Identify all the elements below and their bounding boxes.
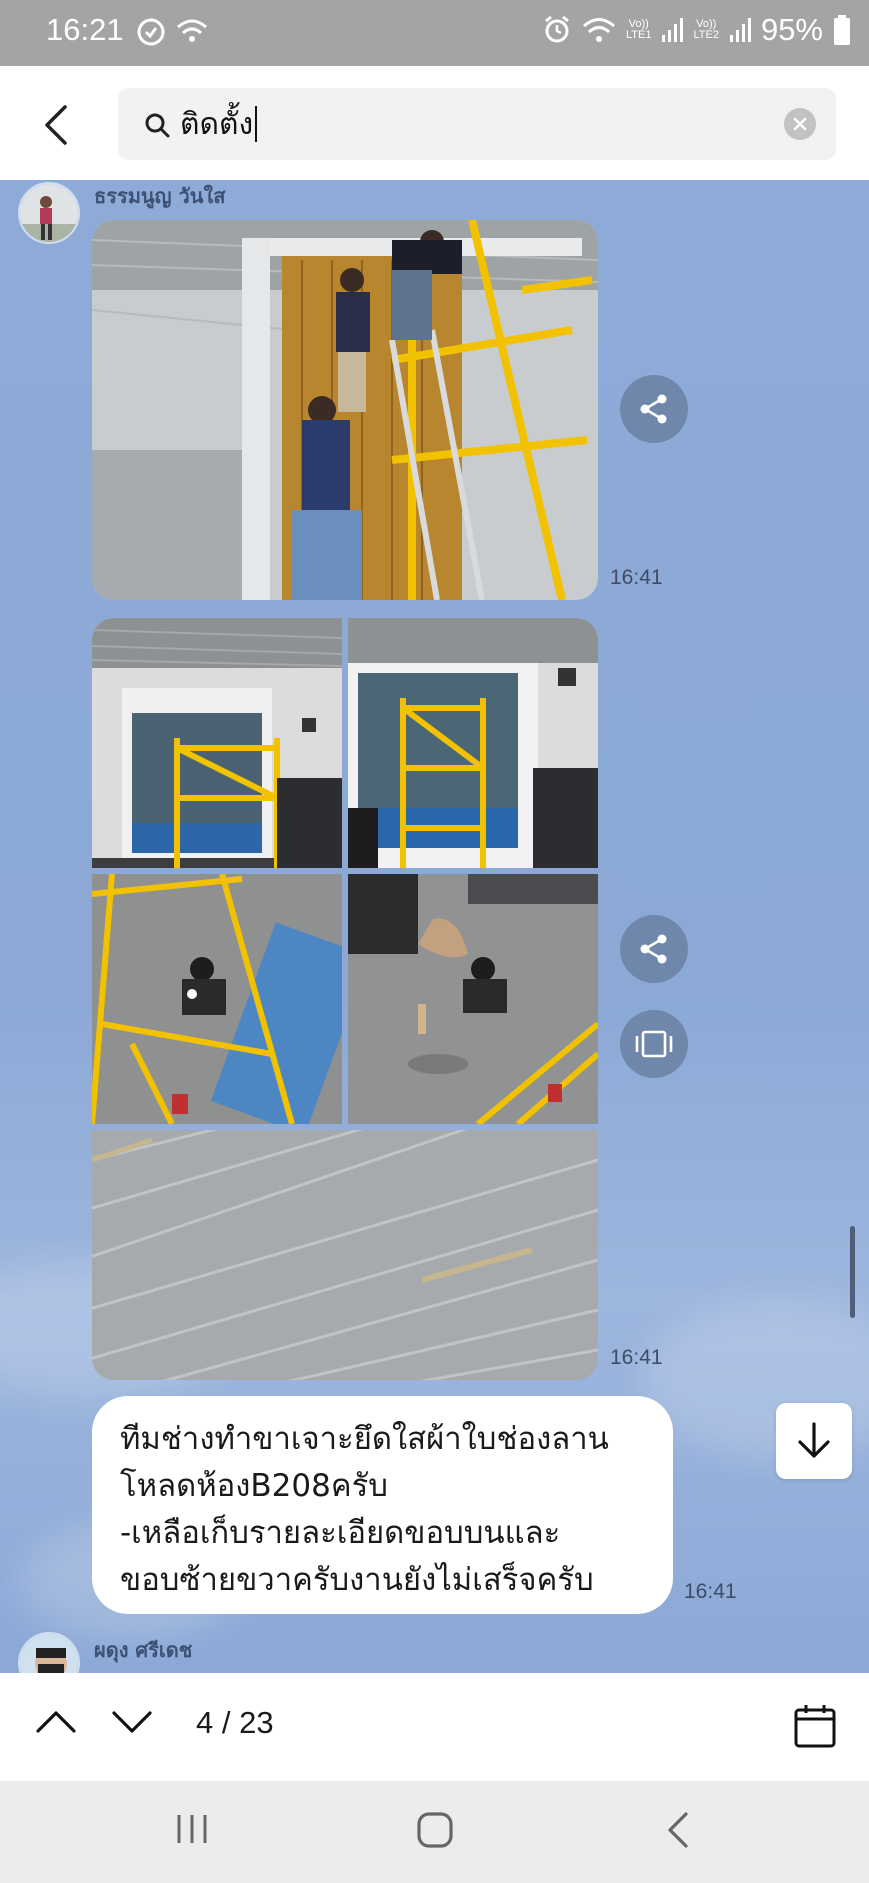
chat-area[interactable]: ธรรมนูญ วันใส 16:41 16:41 ทีมช่างทำขาเจา… — [0, 180, 869, 1673]
message-bubble[interactable]: ทีมช่างทำขาเจาะยึดใสผ้าใบช่องลาน โหลดห้อ… — [92, 1396, 673, 1614]
message-time: 16:41 — [610, 1346, 663, 1369]
message-line: -เหลือเก็บรายละเอียดขอบบนและ — [120, 1515, 561, 1551]
home-icon — [417, 1812, 453, 1848]
system-back-button[interactable] — [666, 1811, 690, 1853]
photo-welding-2 — [348, 874, 598, 1124]
system-navigation-bar — [0, 1781, 869, 1883]
avatar[interactable] — [18, 1632, 80, 1673]
signal-icon — [662, 18, 684, 42]
clear-icon — [793, 117, 807, 131]
recents-button[interactable] — [174, 1811, 210, 1851]
status-time: 16:21 — [46, 12, 124, 47]
search-query: ติดตั้ง — [180, 106, 254, 142]
sync-icon — [137, 18, 165, 46]
recents-icon — [177, 1815, 207, 1843]
search-navigation-bar: 4 / 23 — [0, 1673, 869, 1781]
scrollbar-thumb[interactable] — [850, 1226, 855, 1318]
back-arrow-icon — [45, 105, 67, 145]
message-line: ขอบซ้ายขวาครับงานยังไม่เสร็จครับ — [120, 1562, 594, 1598]
grid-photo-3[interactable] — [92, 874, 342, 1124]
back-button[interactable] — [36, 100, 76, 150]
sender-name[interactable]: ผดุง ศรีเดช — [94, 1634, 192, 1666]
grid-photo-4[interactable] — [348, 874, 598, 1124]
calendar-icon — [794, 1705, 836, 1748]
avatar[interactable] — [18, 182, 80, 244]
sim1-label: Vo)) LTE1 — [625, 18, 652, 41]
result-counter: 4 / 23 — [196, 1705, 274, 1740]
share-button[interactable] — [620, 375, 688, 443]
photo-welding-1 — [92, 874, 342, 1124]
battery-icon — [834, 15, 850, 45]
carousel-icon — [635, 1030, 673, 1058]
next-result-button[interactable] — [110, 1707, 154, 1741]
battery-percent: 95% — [760, 12, 823, 47]
search-icon — [145, 113, 170, 138]
photo-installation-ladder — [92, 220, 598, 600]
previous-result-button[interactable] — [34, 1707, 78, 1741]
search-header: ติดตั้ง — [0, 66, 869, 180]
arrow-down-icon — [798, 1422, 830, 1458]
system-back-icon — [668, 1812, 688, 1848]
photo-ceiling-panels — [92, 1130, 598, 1380]
message-time: 16:41 — [684, 1580, 737, 1603]
share-icon — [640, 394, 667, 424]
avatar-image — [20, 1634, 78, 1673]
search-input[interactable]: ติดตั้ง — [118, 88, 836, 160]
sender-name[interactable]: ธรรมนูญ วันใส — [94, 180, 225, 212]
calendar-button[interactable] — [793, 1703, 837, 1753]
grid-photo-5[interactable] — [92, 1130, 598, 1380]
share-button[interactable] — [620, 915, 688, 983]
wifi-icon — [583, 18, 615, 42]
message-time: 16:41 — [610, 566, 663, 589]
grid-photo-2[interactable] — [348, 618, 598, 868]
wifi-call-icon — [177, 19, 207, 42]
share-icon — [640, 934, 667, 964]
view-album-button[interactable] — [620, 1010, 688, 1078]
message-photo[interactable] — [92, 220, 598, 600]
clear-search-button[interactable] — [784, 108, 816, 140]
status-bar: 16:21 Vo)) LTE1 Vo)) LTE2 95% — [0, 0, 869, 66]
home-button[interactable] — [416, 1811, 454, 1853]
chevron-down-icon — [112, 1711, 152, 1733]
photo-tarp-scaffold-1 — [92, 618, 342, 868]
message-line: ทีมช่างทำขาเจาะยึดใสผ้าใบช่องลาน — [120, 1421, 609, 1457]
chevron-up-icon — [36, 1711, 76, 1733]
avatar-image — [20, 184, 78, 242]
message-line: โหลดห้องB208ครับ — [120, 1468, 388, 1504]
text-caret — [255, 106, 258, 142]
photo-tarp-scaffold-2 — [348, 618, 598, 868]
scroll-to-bottom-button[interactable] — [776, 1403, 852, 1479]
sim2-label: Vo)) LTE2 — [693, 18, 719, 41]
grid-photo-1[interactable] — [92, 618, 342, 868]
signal-icon-2 — [729, 18, 751, 42]
alarm-icon — [545, 15, 569, 43]
